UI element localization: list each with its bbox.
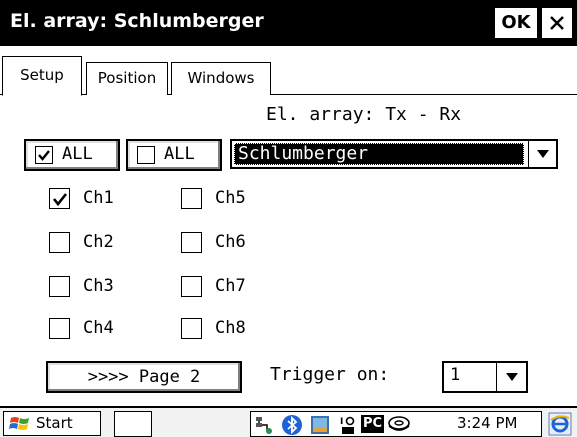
channel-3[interactable]: Ch3 [49, 276, 159, 302]
channel-1[interactable]: Ch1 [49, 188, 159, 214]
channel-5[interactable]: Ch5 [181, 188, 291, 214]
browser-icon[interactable] [548, 412, 572, 436]
system-tray: I PC 3:24 PM [250, 411, 542, 437]
channel-1-label: Ch1 [83, 188, 114, 208]
start-button[interactable]: Start [3, 411, 101, 436]
close-icon [550, 16, 564, 30]
channel-4[interactable]: Ch4 [49, 318, 159, 344]
array-type-select[interactable]: Schlumberger [230, 139, 558, 169]
ok-button[interactable]: OK [495, 8, 537, 38]
chevron-down-icon [505, 373, 518, 381]
trigger-dropdown[interactable] [496, 363, 526, 391]
channel-2-label: Ch2 [83, 232, 114, 252]
pc-sync-icon[interactable]: PC [361, 415, 385, 433]
all-deselect-button[interactable]: ALL [126, 139, 222, 171]
trigger-value: 1 [450, 365, 461, 385]
title-bar: El. array: Schlumberger OK [0, 0, 577, 46]
all-deselect-checkbox [137, 146, 155, 164]
array-label: El. array: Tx - Rx [266, 104, 462, 125]
all-select-checkbox [35, 146, 53, 164]
channel-6-label: Ch6 [215, 232, 246, 252]
channel-4-checkbox[interactable] [49, 318, 70, 339]
window-title: El. array: Schlumberger [10, 10, 264, 32]
all-select-label: ALL [62, 144, 93, 164]
array-type-dropdown[interactable] [528, 141, 556, 167]
channel-3-checkbox[interactable] [49, 276, 70, 297]
channel-3-label: Ch3 [83, 276, 114, 296]
tab-position[interactable]: Position [86, 62, 168, 95]
trigger-select[interactable]: 1 [442, 361, 528, 393]
close-button[interactable] [542, 8, 572, 38]
display-icon[interactable] [309, 414, 331, 436]
all-deselect-label: ALL [164, 144, 195, 164]
clock[interactable]: 3:24 PM [457, 414, 517, 432]
tab-windows[interactable]: Windows [171, 62, 271, 95]
channel-5-checkbox[interactable] [181, 188, 202, 209]
channel-7-label: Ch7 [215, 276, 246, 296]
chevron-down-icon [536, 150, 549, 158]
bluetooth-icon[interactable] [281, 414, 303, 436]
taskbar: Start I PC 3:24 PM [0, 406, 577, 437]
checkmark-icon [52, 192, 67, 206]
channel-8-label: Ch8 [215, 318, 246, 338]
channel-2[interactable]: Ch2 [49, 232, 159, 258]
windows-logo-icon [9, 417, 29, 430]
array-type-value: Schlumberger [234, 143, 524, 165]
channel-6[interactable]: Ch6 [181, 232, 291, 258]
page-2-button[interactable]: >>>> Page 2 [46, 361, 242, 393]
channel-6-checkbox[interactable] [181, 232, 202, 253]
taskbar-app-button[interactable] [114, 411, 152, 437]
channel-8-checkbox[interactable] [181, 318, 202, 339]
start-label: Start [36, 414, 73, 432]
channel-1-checkbox[interactable] [49, 188, 70, 209]
channel-5-label: Ch5 [215, 188, 246, 208]
channel-8[interactable]: Ch8 [181, 318, 291, 344]
tab-setup[interactable]: Setup [2, 56, 82, 96]
channel-7[interactable]: Ch7 [181, 276, 291, 302]
checkmark-icon [38, 150, 50, 161]
io-icon[interactable]: I [339, 414, 357, 436]
svg-text:I: I [340, 417, 343, 427]
channel-7-checkbox[interactable] [181, 276, 202, 297]
network-icon[interactable] [255, 415, 277, 435]
storage-icon[interactable] [387, 415, 411, 435]
channel-2-checkbox[interactable] [49, 232, 70, 253]
trigger-label: Trigger on: [270, 364, 390, 385]
channel-4-label: Ch4 [83, 318, 114, 338]
all-select-button[interactable]: ALL [24, 139, 120, 171]
